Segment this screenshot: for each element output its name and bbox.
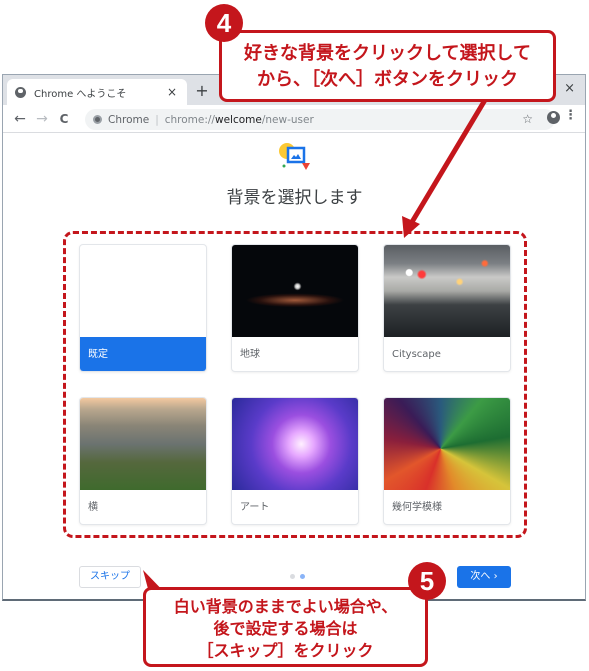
background-card-label: 横 — [88, 502, 98, 513]
skip-button[interactable]: スキップ — [79, 566, 141, 588]
address-bar[interactable]: Chrome | chrome://welcome/new-user ☆ — [85, 109, 555, 130]
background-thumbnail-cityscape — [384, 245, 510, 337]
next-button[interactable]: 次へ › — [457, 566, 511, 588]
back-button[interactable]: ← — [9, 111, 31, 127]
tab-close-icon[interactable]: × — [165, 85, 179, 99]
background-card-label: Cityscape — [392, 349, 441, 360]
background-thumbnail-art — [232, 398, 358, 490]
callout5-line3: ［スキップ］をクリック — [197, 641, 374, 660]
callout5-line2: 後で設定する場合は — [213, 619, 358, 638]
chevron-right-icon: › — [493, 571, 498, 582]
callout-step4: 好きな背景をクリックして選択して から、［次へ］ボタンをクリック — [219, 30, 556, 102]
page-dot-active — [300, 574, 305, 579]
chrome-site-icon — [93, 115, 102, 124]
callout-step5: 白い背景のままでよい場合や、 後で設定する場合は ［スキップ］をクリック — [143, 587, 428, 667]
new-tab-button[interactable]: + — [193, 81, 211, 100]
background-card-earth[interactable]: 地球 — [231, 244, 359, 372]
globe-icon — [15, 86, 26, 98]
background-card-default[interactable]: 既定 — [79, 244, 207, 372]
toolbar: ← → C Chrome | chrome://welcome/new-user… — [3, 105, 585, 133]
menu-dots-icon[interactable]: ⋮ — [564, 108, 577, 123]
forward-button[interactable]: → — [31, 111, 53, 127]
background-thumbnail-landscape — [80, 398, 206, 490]
window-close-button[interactable]: × — [564, 81, 575, 96]
callout4-line2: から、［次へ］ボタンをクリック — [257, 69, 518, 90]
omnibox-url: chrome://welcome/new-user — [164, 113, 314, 126]
background-card-label: 地球 — [240, 349, 260, 360]
tab-welcome[interactable]: Chrome へようこそ × — [7, 79, 187, 105]
omnibox-separator: | — [155, 113, 159, 126]
background-card-landscape[interactable]: 横 — [79, 397, 207, 525]
background-card-geometric[interactable]: 幾何学模様 — [383, 397, 511, 525]
background-card-art[interactable]: アート — [231, 397, 359, 525]
welcome-background-logo — [279, 143, 310, 170]
tab-title: Chrome へようこそ — [34, 88, 127, 100]
callout4-line1: 好きな背景をクリックして選択して — [244, 43, 531, 64]
page-dot — [290, 574, 295, 579]
step5-badge: 5 — [408, 562, 446, 600]
callout5-line1: 白い背景のままでよい場合や、 — [173, 597, 398, 616]
page-indicator — [290, 574, 305, 579]
background-card-label: アート — [240, 502, 270, 513]
background-card-label: 幾何学模様 — [392, 502, 442, 513]
background-card-label: 既定 — [80, 337, 206, 371]
reload-button[interactable]: C — [53, 112, 75, 126]
next-button-label: 次へ — [470, 571, 491, 582]
background-thumbnail-blank — [80, 245, 206, 337]
omnibox-site-label: Chrome — [108, 113, 150, 126]
background-thumbnail-geometric — [384, 398, 510, 490]
step4-badge: 4 — [205, 4, 243, 42]
page-title: 背景を選択します — [226, 188, 363, 208]
profile-avatar-icon[interactable] — [547, 111, 560, 124]
background-thumbnail-earth — [232, 245, 358, 337]
bookmark-star-icon[interactable]: ☆ — [522, 112, 533, 126]
background-card-cityscape[interactable]: Cityscape — [383, 244, 511, 372]
